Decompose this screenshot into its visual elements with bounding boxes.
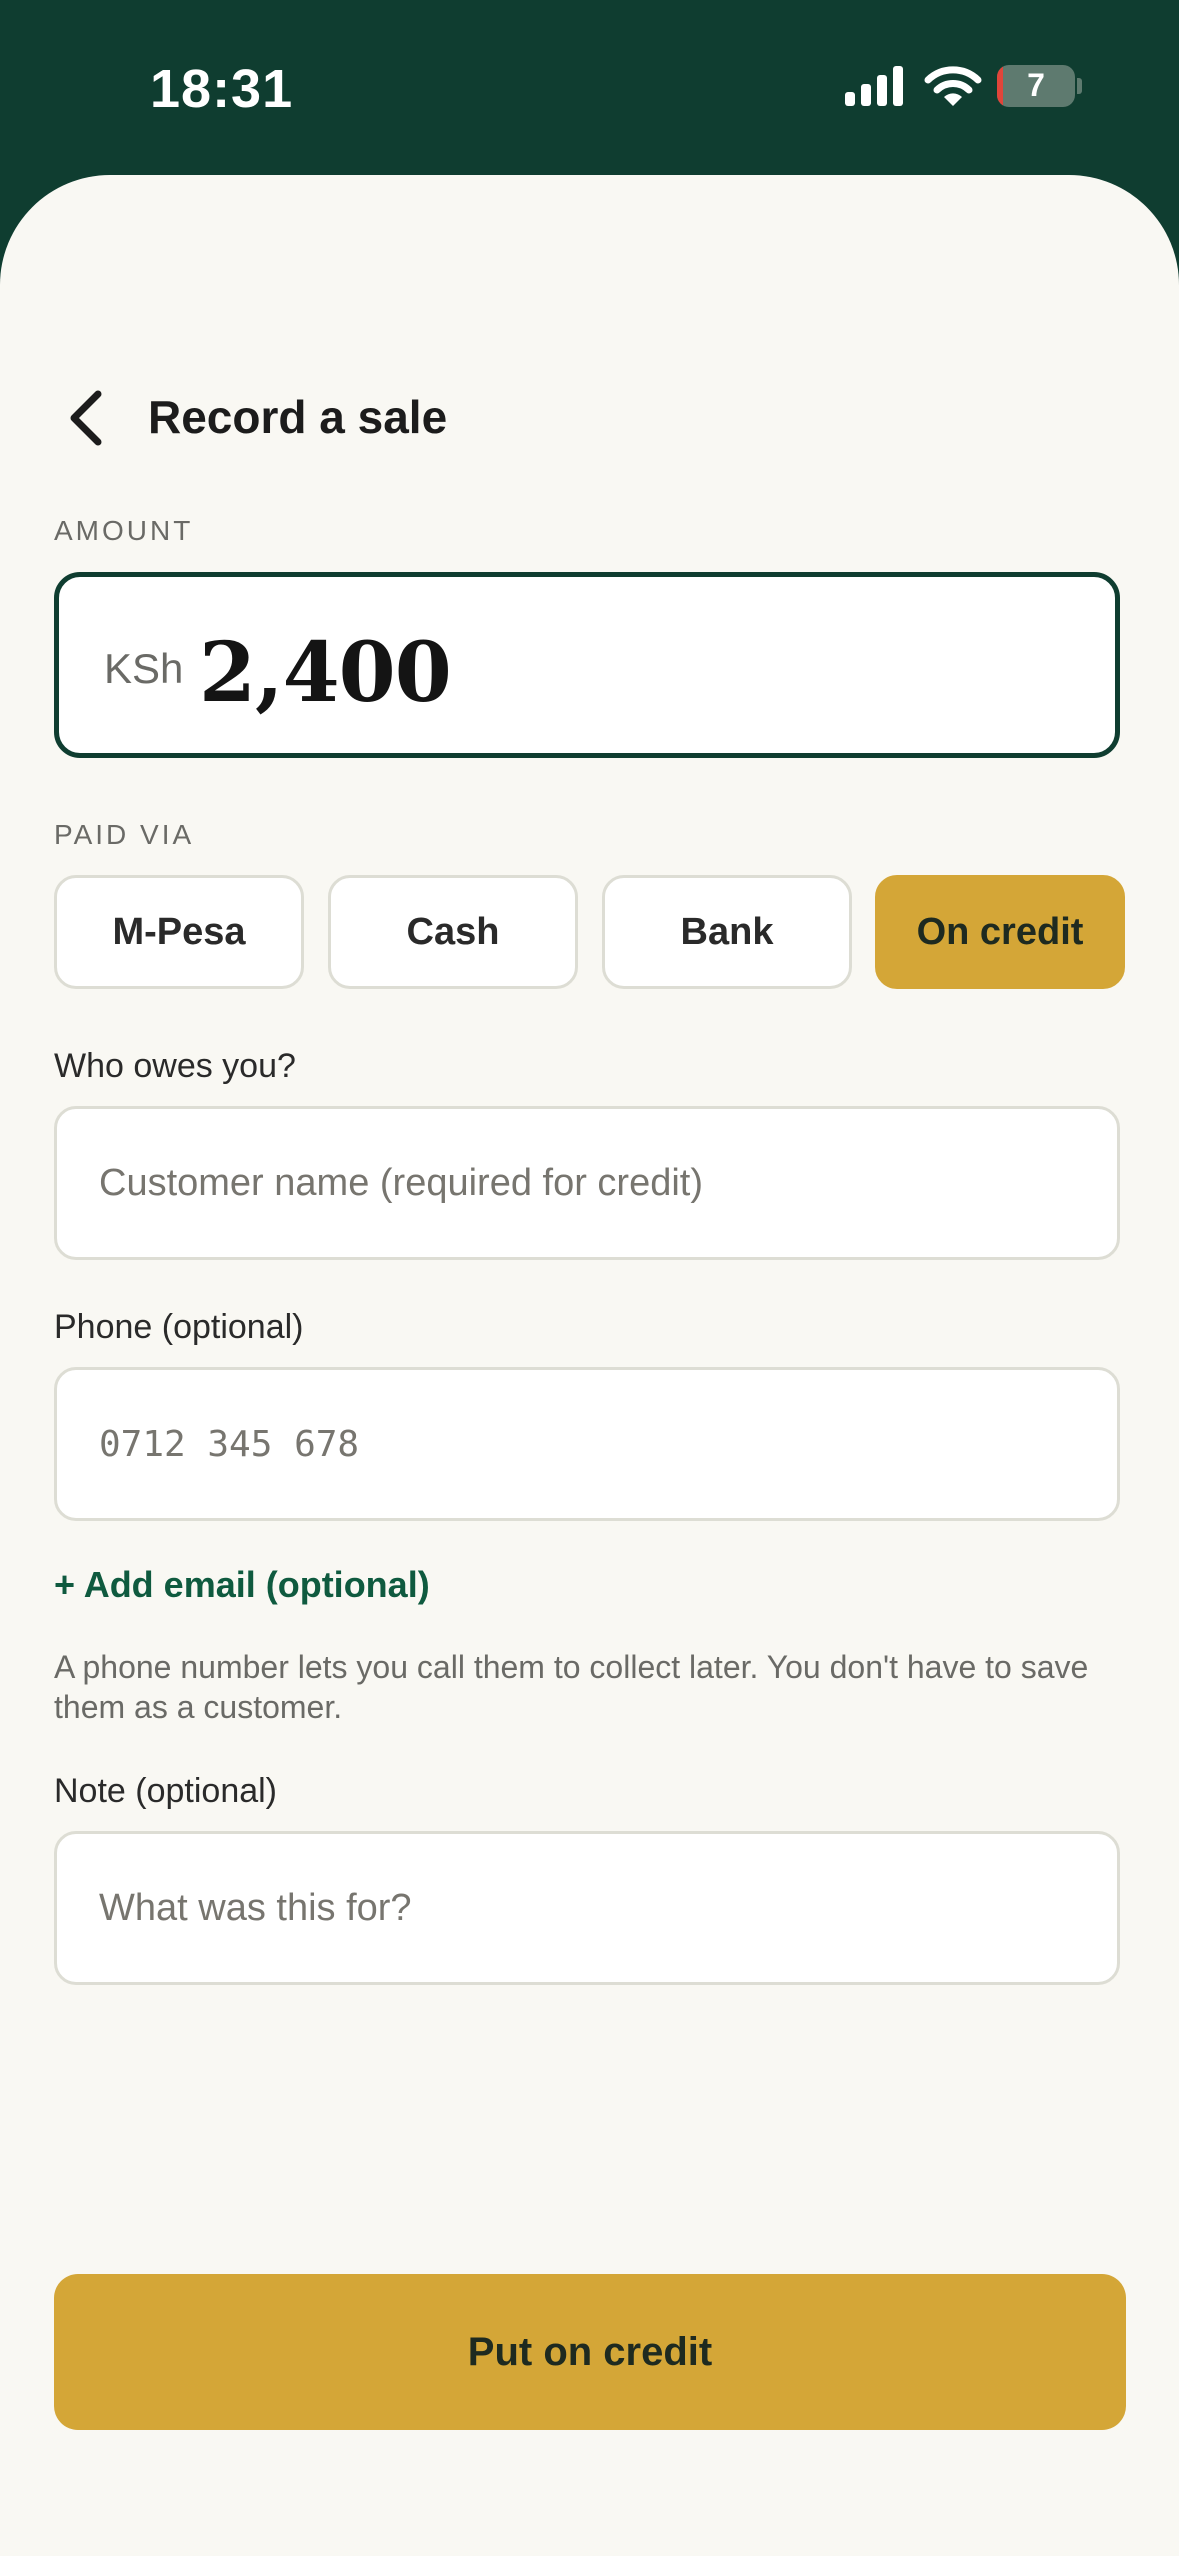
add-email-link[interactable]: + Add email (optional) xyxy=(54,1564,430,1606)
amount-input[interactable]: KSh 2,400 xyxy=(54,572,1120,758)
phone-label: Phone (optional) xyxy=(54,1308,304,1346)
cellular-signal-icon xyxy=(845,66,903,106)
currency-label: KSh xyxy=(104,645,184,692)
amount-value: 2,400 xyxy=(199,625,452,721)
helper-text: A phone number lets you call them to col… xyxy=(54,1649,1089,1725)
payment-option-bank[interactable]: Bank xyxy=(602,875,852,989)
status-bar: 18:31 7 xyxy=(0,0,1179,180)
payment-option-on-credit[interactable]: On credit xyxy=(875,875,1125,989)
payment-option-mpesa[interactable]: M-Pesa xyxy=(54,875,304,989)
battery-cap xyxy=(1077,78,1082,94)
payment-option-cash[interactable]: Cash xyxy=(328,875,578,989)
wifi-icon xyxy=(924,66,982,106)
note-label: Note (optional) xyxy=(54,1772,278,1810)
battery-percent: 7 xyxy=(1027,67,1045,103)
note-input[interactable] xyxy=(54,1831,1120,1985)
phone-input[interactable] xyxy=(54,1367,1120,1521)
customer-name-input[interactable] xyxy=(54,1106,1120,1260)
put-on-credit-button[interactable]: Put on credit xyxy=(54,2274,1126,2430)
customer-label: Who owes you? xyxy=(54,1047,296,1085)
page-title: Record a sale xyxy=(148,391,448,443)
battery-icon: 7 xyxy=(997,65,1075,107)
back-chevron-icon[interactable] xyxy=(58,388,118,448)
status-time: 18:31 xyxy=(150,59,294,119)
amount-label: AMOUNT xyxy=(54,515,194,546)
paid-via-label: PAID VIA xyxy=(54,819,195,850)
